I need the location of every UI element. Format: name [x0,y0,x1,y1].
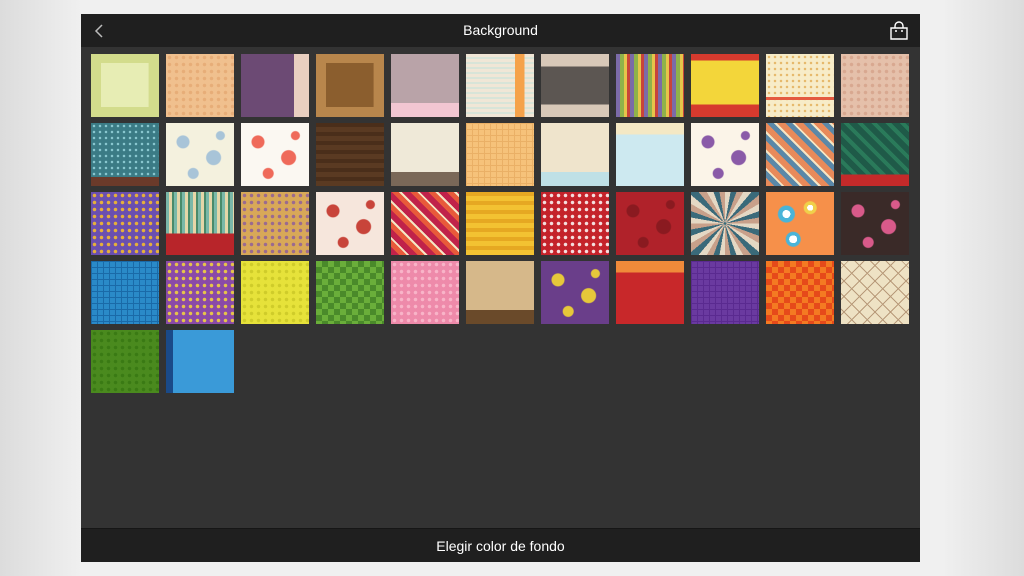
background-tile-purple-yellow-flowers[interactable] [541,261,609,324]
background-tile-peach-stitch[interactable] [841,54,909,117]
background-tile-peach-grid[interactable] [466,123,534,186]
background-tile-cream-stripes-orange[interactable] [466,54,534,117]
background-tile-cream-brown-band[interactable] [391,123,459,186]
background-tile-green-dots[interactable] [91,330,159,393]
background-tile-multicolor-stripes[interactable] [616,54,684,117]
background-tile-white-retro-flowers[interactable] [241,123,309,186]
background-tile-dark-brown-wood[interactable] [316,123,384,186]
background-tile-purple-diamonds[interactable] [166,261,234,324]
background-tile-orange-harlequin[interactable] [766,261,834,324]
background-tile-yellow-zigzag[interactable] [466,192,534,255]
background-tile-striped-red-band[interactable] [166,192,234,255]
background-picker-panel: Background Elegir color de fondo [81,14,920,562]
background-tile-pale-green-frame[interactable] [91,54,159,117]
background-tile-cream-polka-red-line[interactable] [766,54,834,117]
background-tile-confetti-stars[interactable] [691,123,759,186]
background-tile-mauve-lace-pink-band[interactable] [391,54,459,117]
background-tile-green-harlequin[interactable] [316,261,384,324]
background-tile-tan-lace[interactable] [241,192,309,255]
bottom-bar: Elegir color de fondo [81,528,920,562]
background-tile-orange-retro-circles[interactable] [766,192,834,255]
background-tile-sunburst[interactable] [691,192,759,255]
background-tile-tan-paisley[interactable] [466,261,534,324]
background-tile-cream-diamond-lattice[interactable] [841,261,909,324]
background-tile-yellow-dots[interactable] [241,261,309,324]
background-tile-cream-blue-floral[interactable] [166,123,234,186]
background-tile-purple-solid[interactable] [691,261,759,324]
background-tile-red-floral-damask[interactable] [616,192,684,255]
background-tile-cream-red-birds[interactable] [316,192,384,255]
background-tile-red-medallions[interactable] [541,192,609,255]
background-tile-red-stripe-top[interactable] [616,261,684,324]
background-tile-blue-tile[interactable] [91,261,159,324]
background-tile-green-stripes-red-band[interactable] [841,123,909,186]
background-tile-red-diagonals[interactable] [391,192,459,255]
page-title: Background [463,22,538,38]
background-tile-yellow-red-bands[interactable] [691,54,759,117]
background-tile-gray-band-lace[interactable] [541,54,609,117]
background-tile-teal-dots-brown-band[interactable] [91,123,159,186]
choose-background-color-button[interactable]: Elegir color de fondo [81,538,920,554]
background-tile-blue-cream-bands[interactable] [616,123,684,186]
navigation-bar: Background [81,14,920,47]
background-tile-purple-circles[interactable] [91,192,159,255]
background-tile-peach-dots[interactable] [166,54,234,117]
background-tile-diagonal-multicolor[interactable] [766,123,834,186]
background-tile-blue-dots-stripe[interactable] [166,330,234,393]
background-tile-brown-floral-frame[interactable] [316,54,384,117]
background-tile-purple-dots-beige-stripe[interactable] [241,54,309,117]
background-tile-cream-stripe-blue-band[interactable] [541,123,609,186]
background-tile-dark-pink-flowers[interactable] [841,192,909,255]
shopping-bag-icon[interactable] [888,20,910,42]
background-tile-pink-flowers[interactable] [391,261,459,324]
